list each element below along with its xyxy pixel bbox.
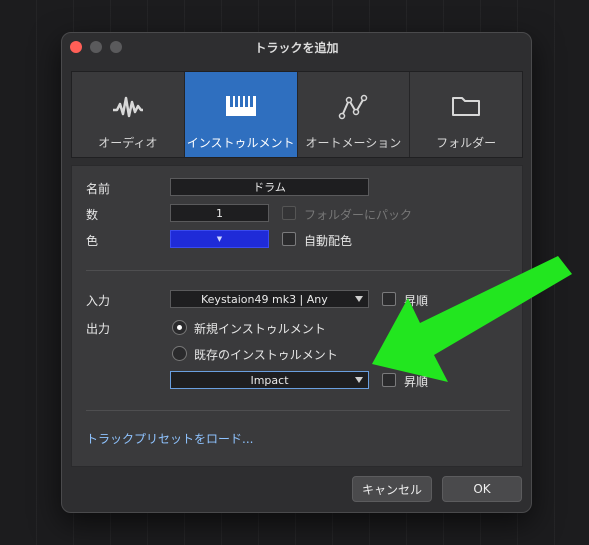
annotation-arrow	[372, 256, 572, 382]
